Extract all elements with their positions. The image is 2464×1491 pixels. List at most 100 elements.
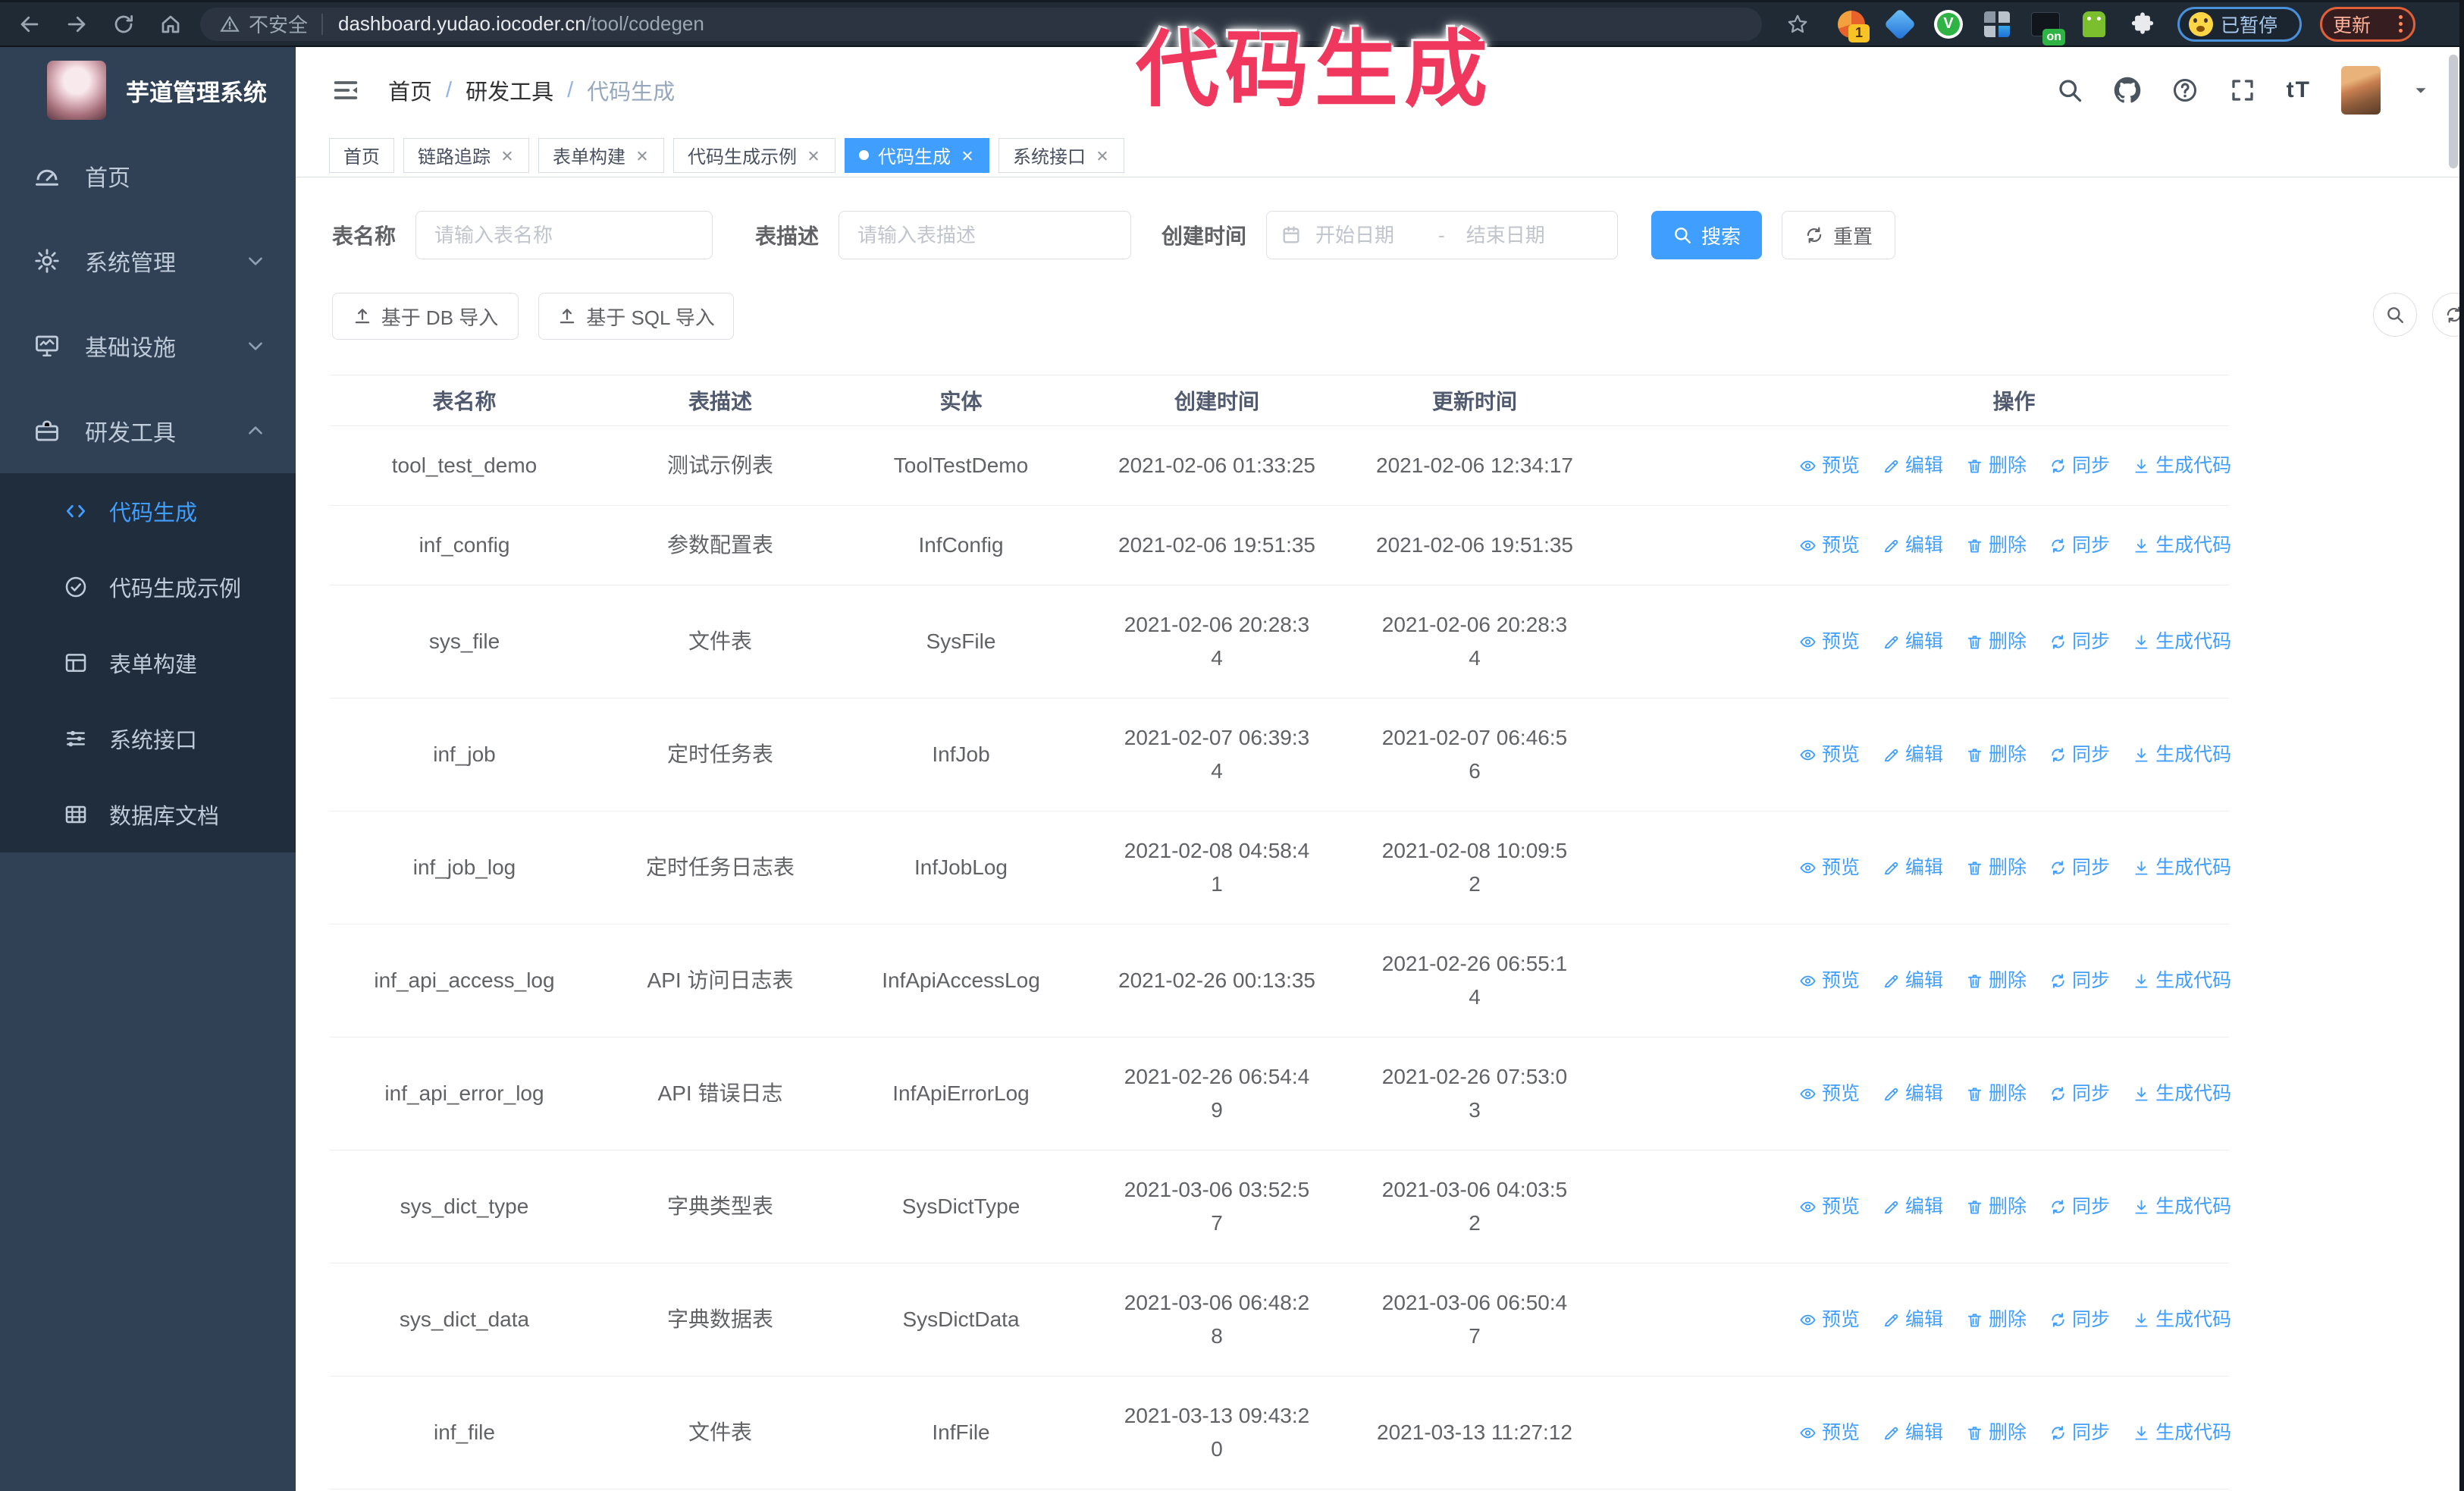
generate-code-link[interactable]: 生成代码	[2133, 449, 2231, 482]
paused-badge[interactable]: 已暂停	[2177, 6, 2302, 42]
sidebar-item-devtools[interactable]: 研发工具	[0, 388, 296, 473]
preview-link[interactable]: 预览	[1799, 625, 1860, 658]
close-icon[interactable]	[806, 148, 821, 163]
toggle-search-button[interactable]	[2373, 293, 2417, 337]
extension-icon-grid[interactable]	[1982, 9, 2012, 39]
edit-link[interactable]: 编辑	[1882, 449, 1943, 482]
edit-link[interactable]: 编辑	[1882, 851, 1943, 884]
import-db-button[interactable]: 基于 DB 导入	[332, 293, 519, 340]
sync-link[interactable]: 同步	[2049, 529, 2110, 562]
github-icon[interactable]	[2114, 77, 2141, 104]
preview-link[interactable]: 预览	[1799, 529, 1860, 562]
preview-link[interactable]: 预览	[1799, 1416, 1860, 1449]
sidebar-item-form-builder[interactable]: 表单构建	[0, 625, 296, 701]
edit-link[interactable]: 编辑	[1882, 1190, 1943, 1223]
sync-link[interactable]: 同步	[2049, 851, 2110, 884]
sync-link[interactable]: 同步	[2049, 1416, 2110, 1449]
preview-link[interactable]: 预览	[1799, 964, 1860, 997]
edit-link[interactable]: 编辑	[1882, 529, 1943, 562]
start-date-input[interactable]	[1314, 222, 1431, 248]
delete-link[interactable]: 删除	[1966, 1190, 2027, 1223]
edit-link[interactable]: 编辑	[1882, 1077, 1943, 1110]
sync-link[interactable]: 同步	[2049, 1077, 2110, 1110]
delete-link[interactable]: 删除	[1966, 1077, 2027, 1110]
end-date-input[interactable]	[1464, 222, 1582, 248]
tab-codegen-example[interactable]: 代码生成示例	[673, 137, 835, 173]
extension-icon-orange[interactable]: 1	[1836, 9, 1870, 42]
delete-link[interactable]: 删除	[1966, 449, 2027, 482]
generate-code-link[interactable]: 生成代码	[2133, 529, 2231, 562]
extension-icon-gem[interactable]	[1883, 8, 1917, 40]
date-range-picker[interactable]: -	[1266, 211, 1619, 259]
preview-link[interactable]: 预览	[1799, 1303, 1860, 1336]
search-icon[interactable]	[2056, 77, 2083, 104]
preview-link[interactable]: 预览	[1799, 1077, 1860, 1110]
sidebar-item-codegen-example[interactable]: 代码生成示例	[0, 549, 296, 625]
edit-link[interactable]: 编辑	[1882, 738, 1943, 771]
browser-menu-icon[interactable]	[2399, 15, 2403, 33]
reset-button[interactable]: 重置	[1782, 211, 1896, 259]
delete-link[interactable]: 删除	[1966, 1416, 2027, 1449]
import-sql-button[interactable]: 基于 SQL 导入	[538, 293, 734, 340]
generate-code-link[interactable]: 生成代码	[2133, 1416, 2231, 1449]
breadcrumb-home[interactable]: 首页	[388, 74, 432, 106]
extension-icon-dark-on[interactable]: on	[2030, 9, 2065, 46]
delete-link[interactable]: 删除	[1966, 529, 2027, 562]
edit-link[interactable]: 编辑	[1882, 1303, 1943, 1336]
edit-link[interactable]: 编辑	[1882, 964, 1943, 997]
browser-reload-button[interactable]	[106, 7, 141, 42]
generate-code-link[interactable]: 生成代码	[2133, 964, 2231, 997]
table-name-input[interactable]	[415, 211, 713, 259]
delete-link[interactable]: 删除	[1966, 1303, 2027, 1336]
sync-link[interactable]: 同步	[2049, 1303, 2110, 1336]
delete-link[interactable]: 删除	[1966, 851, 2027, 884]
update-button[interactable]: 更新	[2320, 6, 2415, 42]
tab-form-builder[interactable]: 表单构建	[538, 137, 664, 173]
address-bar[interactable]: 不安全 dashboard.yudao.iocoder.cn/tool/code…	[200, 7, 1762, 41]
close-icon[interactable]	[1095, 148, 1110, 163]
extension-icon-green-check[interactable]: V	[1933, 9, 1964, 39]
sync-link[interactable]: 同步	[2049, 1190, 2110, 1223]
preview-link[interactable]: 预览	[1799, 738, 1860, 771]
edit-link[interactable]: 编辑	[1882, 625, 1943, 658]
sync-link[interactable]: 同步	[2049, 625, 2110, 658]
search-button[interactable]: 搜索	[1651, 211, 1763, 259]
tab-trace[interactable]: 链路追踪	[403, 137, 529, 173]
sidebar-item-system-api[interactable]: 系统接口	[0, 701, 296, 777]
generate-code-link[interactable]: 生成代码	[2133, 851, 2231, 884]
table-desc-input[interactable]	[839, 211, 1132, 259]
preview-link[interactable]: 预览	[1799, 1190, 1860, 1223]
close-icon[interactable]	[500, 148, 515, 163]
fullscreen-icon[interactable]	[2229, 77, 2256, 104]
generate-code-link[interactable]: 生成代码	[2133, 738, 2231, 771]
sidebar-item-codegen[interactable]: 代码生成	[0, 473, 296, 549]
breadcrumb-devtools[interactable]: 研发工具	[466, 74, 553, 106]
preview-link[interactable]: 预览	[1799, 851, 1860, 884]
font-size-icon[interactable]: tT	[2287, 77, 2311, 103]
sidebar-item-home[interactable]: 首页	[0, 133, 296, 218]
app-logo[interactable]: 芋道管理系统	[0, 47, 296, 133]
generate-code-link[interactable]: 生成代码	[2133, 1077, 2231, 1110]
edit-link[interactable]: 编辑	[1882, 1416, 1943, 1449]
delete-link[interactable]: 删除	[1966, 625, 2027, 658]
tab-home[interactable]: 首页	[329, 137, 394, 173]
avatar[interactable]	[2341, 66, 2381, 115]
sidebar-item-db-doc[interactable]: 数据库文档	[0, 777, 296, 852]
sidebar-item-system[interactable]: 系统管理	[0, 218, 296, 303]
sync-link[interactable]: 同步	[2049, 449, 2110, 482]
close-icon[interactable]	[960, 148, 975, 163]
tab-codegen[interactable]: 代码生成	[845, 137, 989, 173]
browser-forward-button[interactable]	[59, 7, 94, 42]
generate-code-link[interactable]: 生成代码	[2133, 1190, 2231, 1223]
delete-link[interactable]: 删除	[1966, 964, 2027, 997]
bookmark-star-button[interactable]	[1780, 7, 1815, 42]
browser-back-button[interactable]	[12, 7, 47, 42]
extensions-puzzle-icon[interactable]	[2127, 9, 2158, 39]
caret-down-icon[interactable]	[2411, 80, 2431, 100]
sync-link[interactable]: 同步	[2049, 964, 2110, 997]
sidebar-item-infra[interactable]: 基础设施	[0, 303, 296, 388]
sidebar-toggle-icon[interactable]	[331, 75, 361, 105]
close-icon[interactable]	[635, 148, 650, 163]
generate-code-link[interactable]: 生成代码	[2133, 625, 2231, 658]
delete-link[interactable]: 删除	[1966, 738, 2027, 771]
